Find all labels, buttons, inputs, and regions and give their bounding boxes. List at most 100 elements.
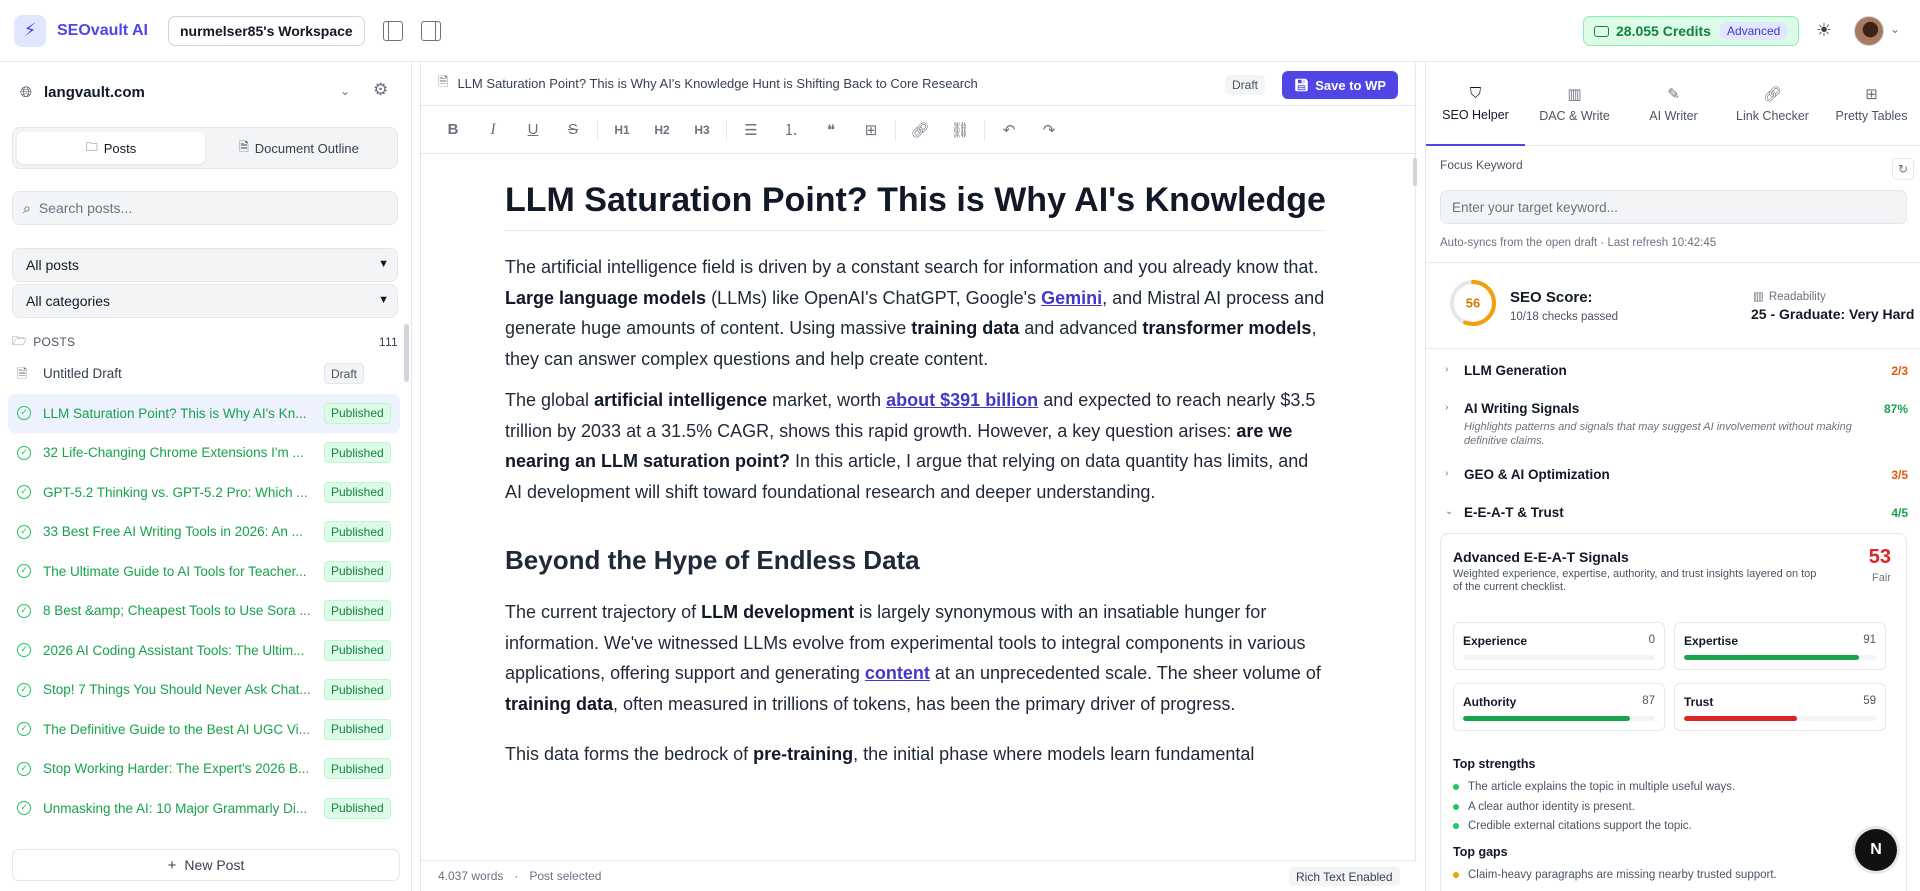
redo-icon[interactable]: ↷ bbox=[1033, 116, 1065, 144]
gap-item: Claim-heavy paragraphs are missing nearb… bbox=[1453, 869, 1777, 881]
plan-badge: Advanced bbox=[1718, 22, 1789, 40]
underline-icon[interactable]: U bbox=[517, 116, 549, 144]
tab-document-outline[interactable]: 🗎 Document Outline bbox=[205, 132, 393, 164]
refresh-icon[interactable]: ↻ bbox=[1892, 158, 1914, 180]
top-bar: ⚡ SEOvault AI nurmelser85's Workspace 28… bbox=[0, 0, 1920, 62]
tab-posts[interactable]: 🗀 Posts bbox=[17, 132, 205, 164]
credits-badge[interactable]: 28.055 Credits Advanced bbox=[1583, 16, 1800, 46]
list-item[interactable]: ✓ The Definitive Guide to the Best AI UG… bbox=[8, 710, 400, 750]
editor-content[interactable]: LLM Saturation Point? This is Why AI's K… bbox=[505, 164, 1325, 770]
heading-2-button[interactable]: H2 bbox=[646, 116, 678, 144]
categories-filter-value: All categories bbox=[26, 293, 111, 309]
article-heading[interactable]: LLM Saturation Point? This is Why AI's K… bbox=[505, 164, 1325, 231]
focus-keyword-input[interactable] bbox=[1440, 190, 1907, 224]
post-title: Stop! 7 Things You Should Never Ask Chat… bbox=[43, 682, 311, 698]
tab-dac-write[interactable]: ▥ DAC & Write bbox=[1525, 62, 1624, 146]
new-post-button[interactable]: + New Post bbox=[12, 849, 400, 881]
user-avatar[interactable] bbox=[1854, 16, 1884, 46]
focus-keyword-label: Focus Keyword bbox=[1440, 158, 1523, 172]
heading-3-button[interactable]: H3 bbox=[686, 116, 718, 144]
document-icon: 🗎 bbox=[17, 365, 28, 381]
heading-1-button[interactable]: H1 bbox=[606, 116, 638, 144]
posts-filter-select[interactable]: All posts ▼ bbox=[12, 248, 398, 282]
check-circle-icon: ✓ bbox=[17, 564, 31, 579]
toggle-right-panel-icon[interactable] bbox=[420, 20, 441, 41]
save-to-wp-button[interactable]: 💾︎ Save to WP bbox=[1282, 71, 1399, 99]
list-item[interactable]: ✓ Stop! 7 Things You Should Never Ask Ch… bbox=[8, 670, 400, 710]
editor-scrollbar[interactable] bbox=[1413, 158, 1417, 186]
chevron-down-icon[interactable]: ⌄ bbox=[1890, 22, 1900, 36]
paragraph[interactable]: The global artificial intelligence marke… bbox=[505, 385, 1325, 507]
tab-ai-writer[interactable]: ✎ AI Writer bbox=[1624, 62, 1723, 146]
strikethrough-icon[interactable]: S bbox=[557, 116, 589, 144]
categories-filter-select[interactable]: All categories ▼ bbox=[12, 284, 398, 318]
status-badge: Published bbox=[324, 639, 391, 661]
document-title[interactable]: LLM Saturation Point? This is Why AI's K… bbox=[457, 76, 977, 91]
section-heading[interactable]: Beyond the Hype of Endless Data bbox=[505, 543, 1325, 577]
bold-icon[interactable]: B bbox=[437, 116, 469, 144]
italic-icon[interactable]: I bbox=[477, 116, 509, 144]
numbered-list-icon[interactable]: ⒈ bbox=[775, 116, 807, 144]
list-item[interactable]: ✓ Unmasking the AI: 10 Major Grammarly D… bbox=[8, 789, 400, 829]
tab-link-checker[interactable]: 🔗︎ Link Checker bbox=[1723, 62, 1822, 146]
status-badge: Draft bbox=[1225, 75, 1266, 95]
bullet-dot bbox=[1453, 872, 1459, 878]
unlink-icon[interactable]: ⛓ bbox=[944, 116, 976, 144]
paragraph[interactable]: The current trajectory of LLM developmen… bbox=[505, 597, 1325, 719]
paragraph[interactable]: The artificial intelligence field is dri… bbox=[505, 252, 1325, 374]
metric-fill bbox=[1463, 716, 1631, 721]
tab-pretty-tables[interactable]: ⊞ Pretty Tables bbox=[1822, 62, 1920, 146]
theme-toggle-sun-icon[interactable]: ☀ bbox=[1814, 20, 1834, 40]
eeat-title: Advanced E-E-A-T Signals bbox=[1453, 549, 1629, 565]
workspace-switcher-button[interactable]: nurmelser85's Workspace bbox=[167, 15, 365, 46]
post-title: 2026 AI Coding Assistant Tools: The Ulti… bbox=[43, 642, 305, 658]
separator-dot: · bbox=[514, 869, 519, 883]
n-floating-button[interactable]: N bbox=[1855, 829, 1897, 871]
list-item[interactable]: ✓ 8 Best &amp; Cheapest Tools to Use Sor… bbox=[8, 591, 400, 631]
eeat-grade: Fair bbox=[1872, 572, 1891, 584]
list-item[interactable]: ✓ 33 Best Free AI Writing Tools in 2026:… bbox=[8, 512, 400, 552]
bar-chart-icon: ▥ bbox=[1567, 86, 1582, 103]
quote-icon[interactable]: ❝ bbox=[815, 116, 847, 144]
credits-icon bbox=[1594, 25, 1609, 37]
sidebar-tabs: 🗀 Posts 🗎 Document Outline bbox=[12, 127, 398, 169]
link-icon[interactable]: 🔗︎ bbox=[904, 116, 936, 144]
save-to-wp-label: Save to WP bbox=[1315, 77, 1387, 93]
bullet-list-icon[interactable]: ☰ bbox=[735, 116, 767, 144]
list-item[interactable]: ✓ LLM Saturation Point? This is Why AI's… bbox=[8, 393, 400, 433]
tab-seo-helper[interactable]: ⛉ SEO Helper bbox=[1426, 62, 1525, 146]
search-posts-input[interactable] bbox=[38, 200, 369, 216]
tab-label: AI Writer bbox=[1649, 109, 1698, 123]
gemini-link[interactable]: Gemini bbox=[1041, 288, 1102, 308]
list-item[interactable]: ✓ 2026 AI Coding Assistant Tools: The Ul… bbox=[8, 631, 400, 671]
globe-icon: 🌐︎ bbox=[20, 83, 33, 101]
check-circle-icon: ✓ bbox=[17, 761, 31, 776]
site-selector[interactable]: 🌐︎ langvault.com bbox=[0, 62, 412, 122]
site-chevron-down-icon[interactable]: ⌄ bbox=[340, 84, 350, 98]
list-item[interactable]: ✓ Stop Working Harder: The Expert's 2026… bbox=[8, 749, 400, 789]
tab-label: DAC & Write bbox=[1539, 109, 1610, 123]
post-list: 🗎 Untitled Draft Draft ✓ LLM Saturation … bbox=[8, 354, 400, 828]
section-name: GEO & AI Optimization bbox=[1464, 467, 1610, 482]
metric-name: Expertise bbox=[1684, 634, 1739, 648]
post-list-scrollbar[interactable] bbox=[404, 324, 409, 382]
app-logo-icon[interactable]: ⚡ bbox=[14, 14, 46, 47]
list-item[interactable]: ✓ 32 Life-Changing Chrome Extensions I'm… bbox=[8, 433, 400, 473]
save-icon: 💾︎ bbox=[1294, 78, 1310, 92]
list-item[interactable]: 🗎 Untitled Draft Draft bbox=[8, 354, 400, 394]
undo-icon[interactable]: ↶ bbox=[993, 116, 1025, 144]
status-badge: Published bbox=[324, 758, 391, 779]
toggle-left-panel-icon[interactable] bbox=[382, 20, 403, 41]
site-settings-gear-icon[interactable]: ⚙ bbox=[373, 80, 388, 100]
market-size-link[interactable]: about $391 billion bbox=[886, 390, 1038, 410]
toolbar-divider bbox=[597, 119, 598, 140]
list-item[interactable]: ✓ The Ultimate Guide to AI Tools for Tea… bbox=[8, 552, 400, 592]
check-circle-icon: ✓ bbox=[17, 722, 31, 737]
metric-value: 59 bbox=[1863, 695, 1876, 707]
content-link[interactable]: content bbox=[865, 663, 930, 683]
app-name[interactable]: SEOvault AI bbox=[57, 22, 148, 40]
metric-name: Experience bbox=[1463, 634, 1528, 648]
table-icon[interactable]: ⊞ bbox=[855, 116, 887, 144]
list-item[interactable]: ✓ GPT-5.2 Thinking vs. GPT-5.2 Pro: Whic… bbox=[8, 473, 400, 513]
paragraph[interactable]: This data forms the bedrock of pre-train… bbox=[505, 739, 1325, 770]
